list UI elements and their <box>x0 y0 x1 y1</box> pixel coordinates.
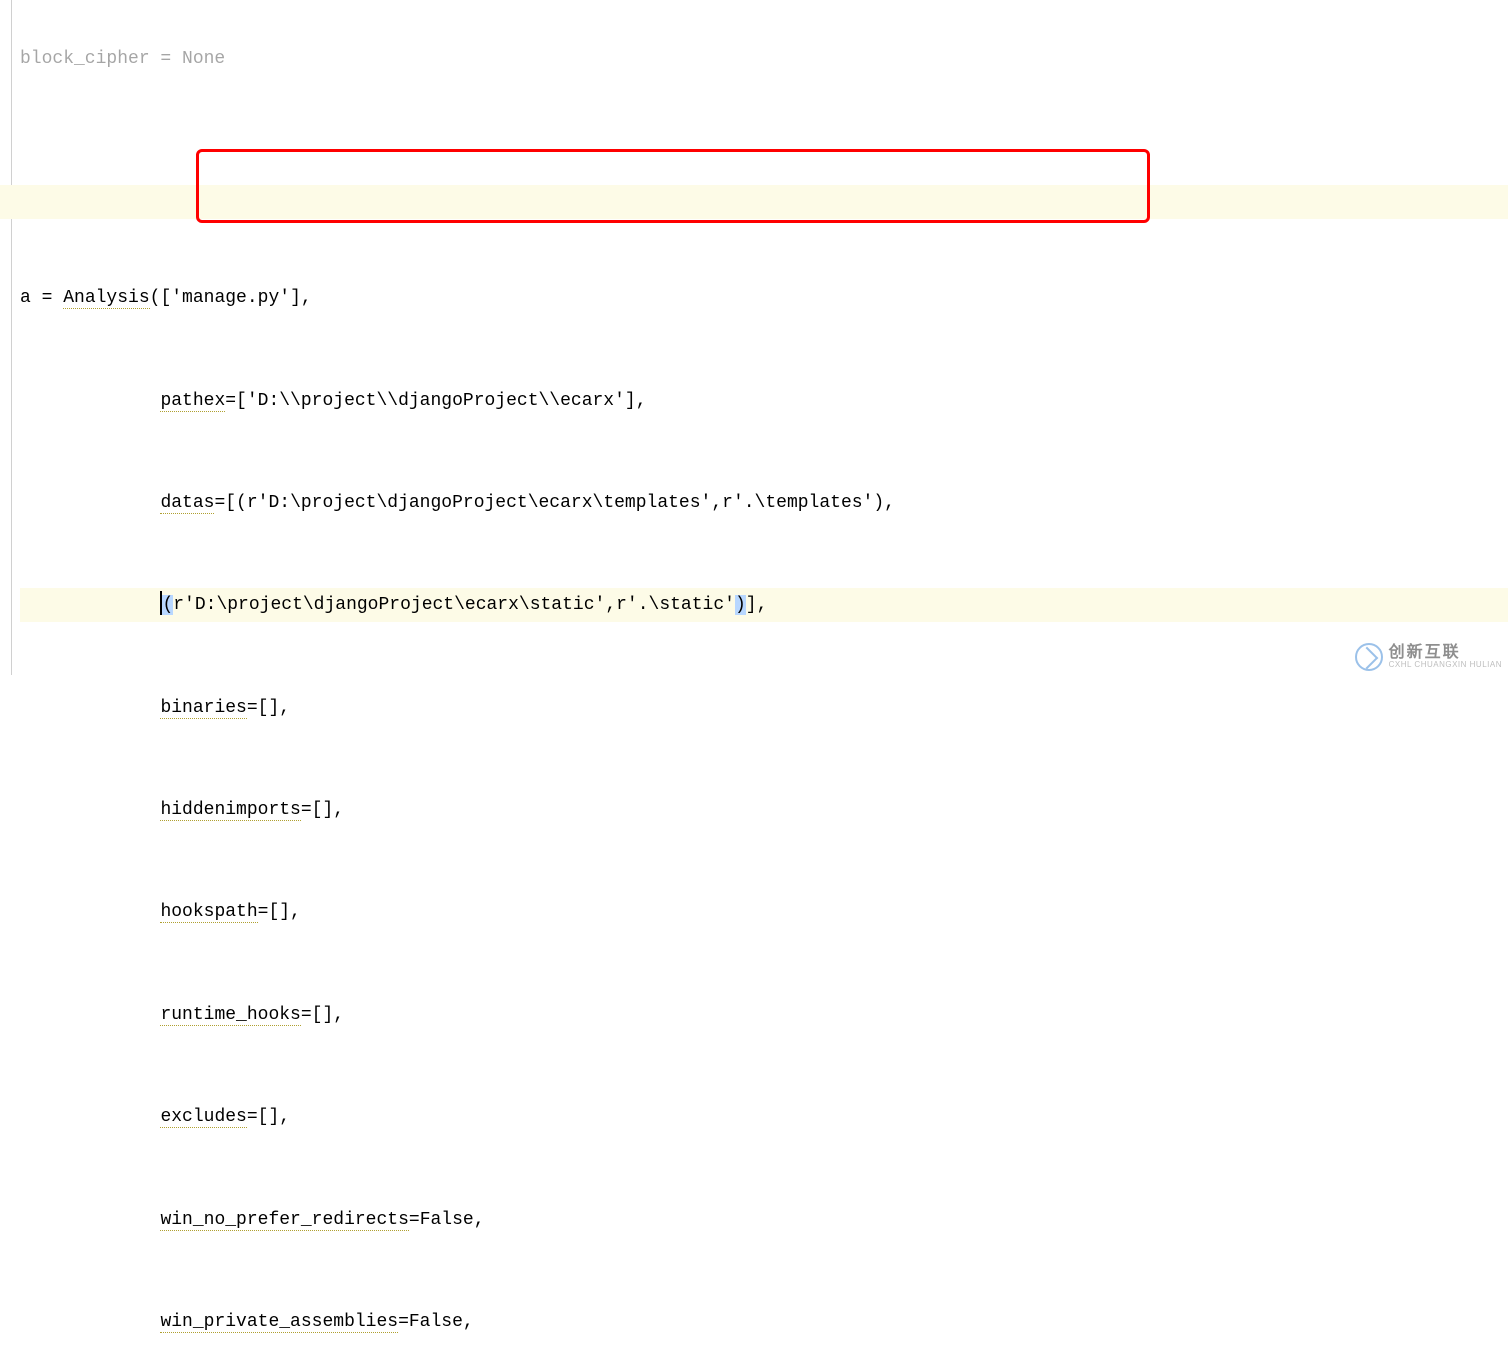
code-indent <box>20 1005 160 1025</box>
bracket-match-open: ( <box>162 595 173 615</box>
code-kwarg: hiddenimports <box>160 800 300 821</box>
code-text: =False, <box>409 1210 485 1230</box>
code-line[interactable]: pathex=['D:\\project\\djangoProject\\eca… <box>20 384 1508 418</box>
code-line[interactable]: win_no_prefer_redirects=False, <box>20 1203 1508 1237</box>
watermark-logo-icon <box>1355 643 1383 671</box>
code-indent <box>20 1210 160 1230</box>
code-kwarg: hookspath <box>160 902 257 923</box>
code-kwarg: win_no_prefer_redirects <box>160 1210 408 1231</box>
code-indent <box>20 1107 160 1127</box>
code-text: =[], <box>301 1005 344 1025</box>
code-indent <box>20 800 160 820</box>
code-line[interactable]: win_private_assemblies=False, <box>20 1305 1508 1339</box>
code-kwarg: runtime_hooks <box>160 1005 300 1026</box>
code-text: ], <box>746 595 768 615</box>
code-indent <box>20 902 160 922</box>
code-indent <box>20 1312 160 1332</box>
code-text: a = <box>20 288 63 308</box>
code-line[interactable] <box>20 111 1508 145</box>
watermark-text-sub: CXHL CHUANGXIN HULIAN <box>1389 661 1502 669</box>
code-text: (['manage.py'], <box>150 288 312 308</box>
code-kwarg: binaries <box>160 698 246 719</box>
code-text: =[], <box>247 1107 290 1127</box>
editor-gutter <box>0 0 12 675</box>
code-text: =False, <box>398 1312 474 1332</box>
code-line[interactable]: hiddenimports=[], <box>20 793 1508 827</box>
code-indent <box>20 595 160 615</box>
code-indent <box>20 493 160 513</box>
bracket-match-close: ) <box>735 595 746 615</box>
code-line-current[interactable]: (r'D:\project\djangoProject\ecarx\static… <box>20 588 1508 622</box>
watermark-text-main: 创新互联 <box>1389 645 1502 661</box>
code-text: block_cipher = None <box>20 49 225 69</box>
code-line[interactable] <box>20 179 1508 213</box>
code-text: =[], <box>247 698 290 718</box>
code-line[interactable]: a = Analysis(['manage.py'], <box>20 281 1508 315</box>
code-text: =[(r'D:\project\djangoProject\ecarx\temp… <box>214 493 895 513</box>
code-indent <box>20 391 160 411</box>
code-text: =['D:\\project\\djangoProject\\ecarx'], <box>225 391 646 411</box>
code-line[interactable]: runtime_hooks=[], <box>20 998 1508 1032</box>
code-text: =[], <box>258 902 301 922</box>
code-line[interactable]: hookspath=[], <box>20 895 1508 929</box>
code-identifier: Analysis <box>63 288 149 309</box>
code-line[interactable]: datas=[(r'D:\project\djangoProject\ecarx… <box>20 486 1508 520</box>
code-kwarg: win_private_assemblies <box>160 1312 398 1333</box>
code-kwarg: excludes <box>160 1107 246 1128</box>
code-text: =[], <box>301 800 344 820</box>
code-editor[interactable]: block_cipher = None a = Analysis(['manag… <box>14 0 1508 1350</box>
code-kwarg: pathex <box>160 391 225 412</box>
code-line[interactable]: binaries=[], <box>20 691 1508 725</box>
code-line[interactable]: block_cipher = None <box>20 42 1508 76</box>
code-line[interactable]: excludes=[], <box>20 1100 1508 1134</box>
code-kwarg: datas <box>160 493 214 514</box>
watermark: 创新互联 CXHL CHUANGXIN HULIAN <box>1355 643 1502 671</box>
code-indent <box>20 698 160 718</box>
code-text: r'D:\project\djangoProject\ecarx\static'… <box>173 595 735 615</box>
